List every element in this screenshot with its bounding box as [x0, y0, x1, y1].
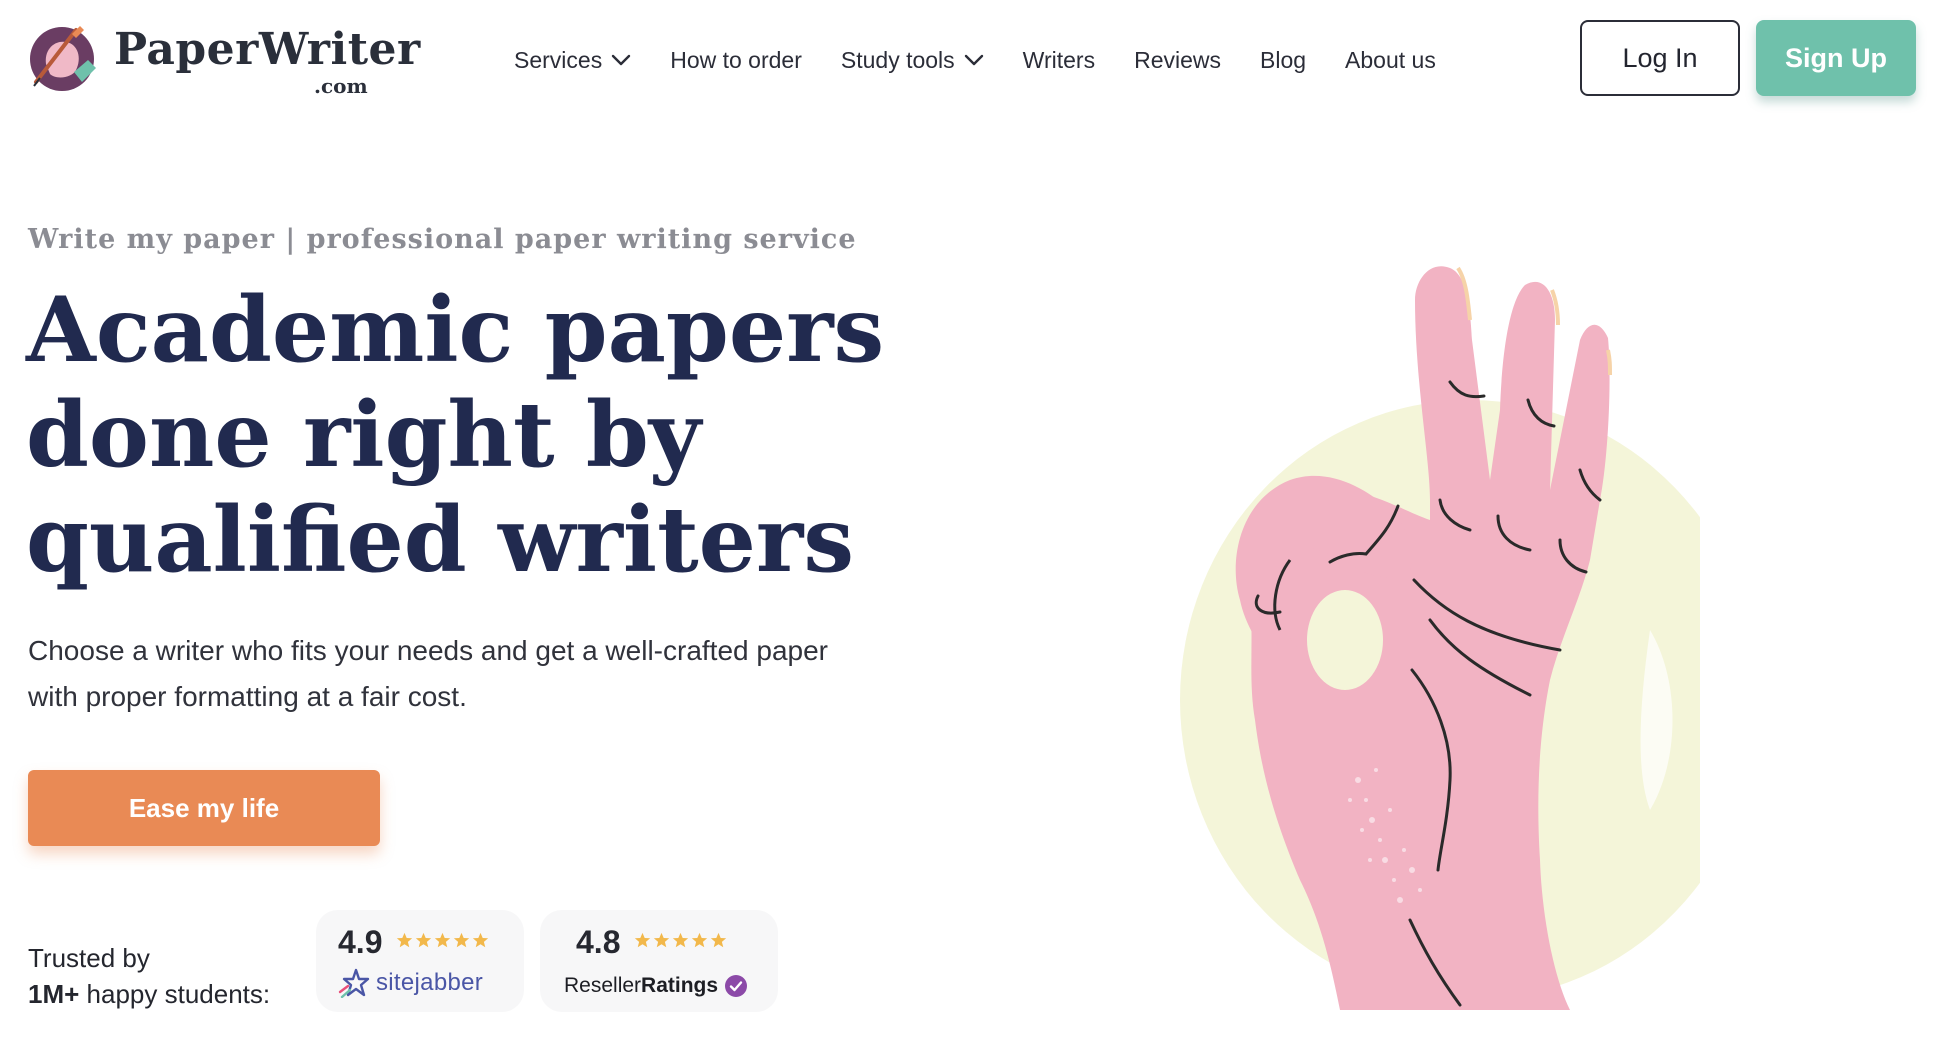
hero-headline: Academic papers done right by qualified … [26, 278, 906, 593]
subtext-line: Choose a writer who fits your needs and … [28, 635, 828, 666]
logo-brand-text: PaperWriter [114, 24, 421, 75]
hero-subtext: Choose a writer who fits your needs and … [28, 628, 968, 720]
nav-item-writers[interactable]: Writers [1023, 47, 1095, 74]
star-icon [691, 932, 708, 948]
chevron-down-icon [612, 54, 631, 66]
headline-line: Academic papers [26, 277, 885, 383]
nav-item-services[interactable]: Services [514, 47, 631, 74]
star-icon [415, 932, 432, 948]
trusted-rest: happy students: [79, 979, 271, 1009]
nav-label: Study tools [840, 46, 955, 73]
nav-label: Writers [1022, 46, 1096, 73]
reseller-text: Reseller [564, 974, 642, 997]
login-button[interactable]: Log In [1580, 20, 1740, 96]
star-icon [453, 932, 470, 948]
nav-item-study-tools[interactable]: Study tools [841, 47, 984, 74]
nav-label: Reviews [1134, 46, 1221, 73]
star-icon [396, 932, 413, 948]
sitejabber-rating-badge[interactable]: 4.9 sitejabber [316, 910, 524, 1012]
logo-tld-text: .com [314, 74, 368, 98]
trusted-by-text: Trusted by 1M+ happy students: [28, 940, 270, 1012]
nav-item-blog[interactable]: Blog [1260, 47, 1306, 74]
sitejabber-logo: sitejabber [338, 968, 483, 998]
nav-label: Services [514, 46, 603, 73]
verified-check-icon [725, 975, 748, 997]
sitejabber-star-icon [338, 968, 370, 998]
nav-label: How to order [670, 46, 802, 73]
star-icon [472, 932, 489, 948]
nav-item-how-to-order[interactable]: How to order [670, 47, 802, 74]
star-icon [672, 932, 689, 948]
nav-label: About us [1345, 46, 1436, 73]
star-rating [634, 932, 729, 949]
star-rating [396, 932, 491, 949]
rating-score: 4.9 [338, 924, 383, 960]
sitejabber-name: sitejabber [376, 969, 484, 996]
subtext-line: with proper formatting at a fair cost. [28, 681, 467, 712]
rating-score: 4.8 [576, 924, 621, 960]
paperwriter-logo[interactable]: PaperWriter .com [26, 20, 420, 98]
ease-my-life-button[interactable]: Ease my life [28, 770, 380, 846]
resellerratings-logo: Reseller Ratings [564, 974, 748, 998]
main-nav: Services How to order Study tools Writer… [514, 40, 1436, 80]
headline-line: done right by [26, 382, 702, 488]
star-icon [710, 932, 727, 948]
resellerratings-rating-badge[interactable]: 4.8 Reseller Ratings [540, 910, 778, 1012]
trusted-count: 1M+ [28, 979, 80, 1009]
nav-item-about-us[interactable]: About us [1345, 47, 1436, 74]
trusted-line-2: 1M+ happy students: [28, 976, 270, 1012]
ok-hand-gesture-icon [1180, 266, 1700, 1010]
star-icon [653, 932, 670, 948]
hero-eyebrow: Write my paper | professional paper writ… [28, 224, 857, 255]
chevron-down-icon [964, 54, 983, 66]
site-header: PaperWriter .com Services How to order S… [0, 0, 1938, 118]
pen-portrait-logo-icon [30, 26, 96, 91]
ratings-text: Ratings [641, 974, 719, 997]
star-icon [634, 932, 651, 948]
trusted-line-1: Trusted by [28, 943, 150, 973]
signup-button[interactable]: Sign Up [1756, 20, 1916, 96]
nav-item-reviews[interactable]: Reviews [1134, 47, 1221, 74]
nav-label: Blog [1260, 46, 1307, 73]
star-icon [434, 932, 451, 948]
headline-line: qualified writers [26, 487, 855, 593]
